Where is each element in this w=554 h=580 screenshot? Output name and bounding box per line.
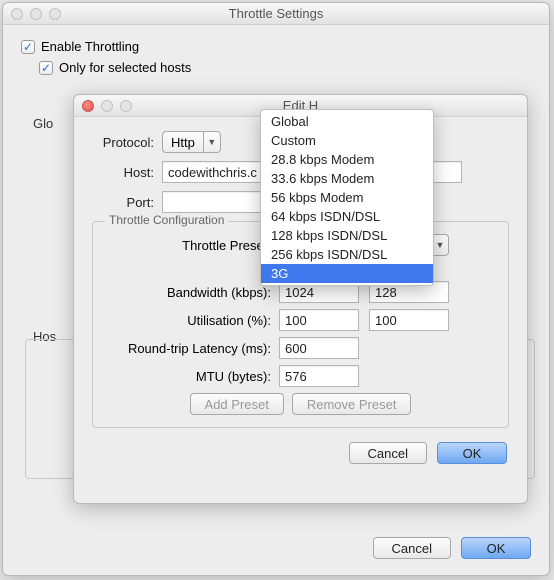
ok-button[interactable]: OK	[461, 537, 531, 559]
global-group-label: Glo	[33, 116, 53, 131]
minimize-icon[interactable]	[101, 100, 113, 112]
dropdown-item[interactable]: Custom	[261, 131, 433, 150]
dropdown-item[interactable]: Global	[261, 112, 433, 131]
titlebar: Throttle Settings	[3, 3, 549, 25]
enable-throttling-label: Enable Throttling	[41, 39, 139, 54]
port-input[interactable]	[162, 191, 262, 213]
cancel-button[interactable]: Cancel	[373, 537, 451, 559]
bandwidth-label: Bandwidth (kbps):	[103, 285, 279, 300]
mtu-label: MTU (bytes):	[103, 369, 279, 384]
utilisation-upload-input[interactable]	[369, 309, 449, 331]
throttle-config-title: Throttle Configuration	[105, 213, 228, 227]
close-icon[interactable]	[11, 8, 23, 20]
enable-throttling-checkbox[interactable]: ✓ Enable Throttling	[21, 39, 531, 54]
throttle-preset-dropdown[interactable]: GlobalCustom28.8 kbps Modem33.6 kbps Mod…	[260, 109, 434, 286]
protocol-value: Http	[162, 131, 203, 153]
dropdown-item[interactable]: 56 kbps Modem	[261, 188, 433, 207]
remove-preset-button[interactable]: Remove Preset	[292, 393, 412, 415]
close-icon[interactable]	[82, 100, 94, 112]
host-label: Host:	[92, 165, 162, 180]
latency-input[interactable]	[279, 337, 359, 359]
dropdown-item[interactable]: 3G	[261, 264, 433, 283]
utilisation-label: Utilisation (%):	[103, 313, 279, 328]
traffic-lights	[3, 8, 61, 20]
dropdown-item[interactable]: 33.6 kbps Modem	[261, 169, 433, 188]
mtu-input[interactable]	[279, 365, 359, 387]
ok-button[interactable]: OK	[437, 442, 507, 464]
utilisation-download-input[interactable]	[279, 309, 359, 331]
zoom-icon[interactable]	[120, 100, 132, 112]
only-selected-hosts-checkbox[interactable]: ✓ Only for selected hosts	[39, 60, 531, 75]
checkbox-icon: ✓	[21, 40, 35, 54]
dropdown-item[interactable]: 128 kbps ISDN/DSL	[261, 226, 433, 245]
protocol-label: Protocol:	[92, 135, 162, 150]
window-title: Throttle Settings	[3, 6, 549, 21]
dropdown-item[interactable]: 64 kbps ISDN/DSL	[261, 207, 433, 226]
minimize-icon[interactable]	[30, 8, 42, 20]
cancel-button[interactable]: Cancel	[349, 442, 427, 464]
only-selected-hosts-label: Only for selected hosts	[59, 60, 191, 75]
throttle-preset-label: Throttle Preset:	[103, 238, 279, 253]
protocol-select[interactable]: Http ▼	[162, 131, 221, 153]
dropdown-item[interactable]: 28.8 kbps Modem	[261, 150, 433, 169]
traffic-lights	[74, 100, 132, 112]
latency-label: Round-trip Latency (ms):	[103, 341, 279, 356]
dropdown-item[interactable]: 256 kbps ISDN/DSL	[261, 245, 433, 264]
add-preset-button[interactable]: Add Preset	[190, 393, 284, 415]
chevron-down-icon: ▼	[203, 131, 221, 153]
zoom-icon[interactable]	[49, 8, 61, 20]
port-label: Port:	[92, 195, 162, 210]
checkbox-icon: ✓	[39, 61, 53, 75]
